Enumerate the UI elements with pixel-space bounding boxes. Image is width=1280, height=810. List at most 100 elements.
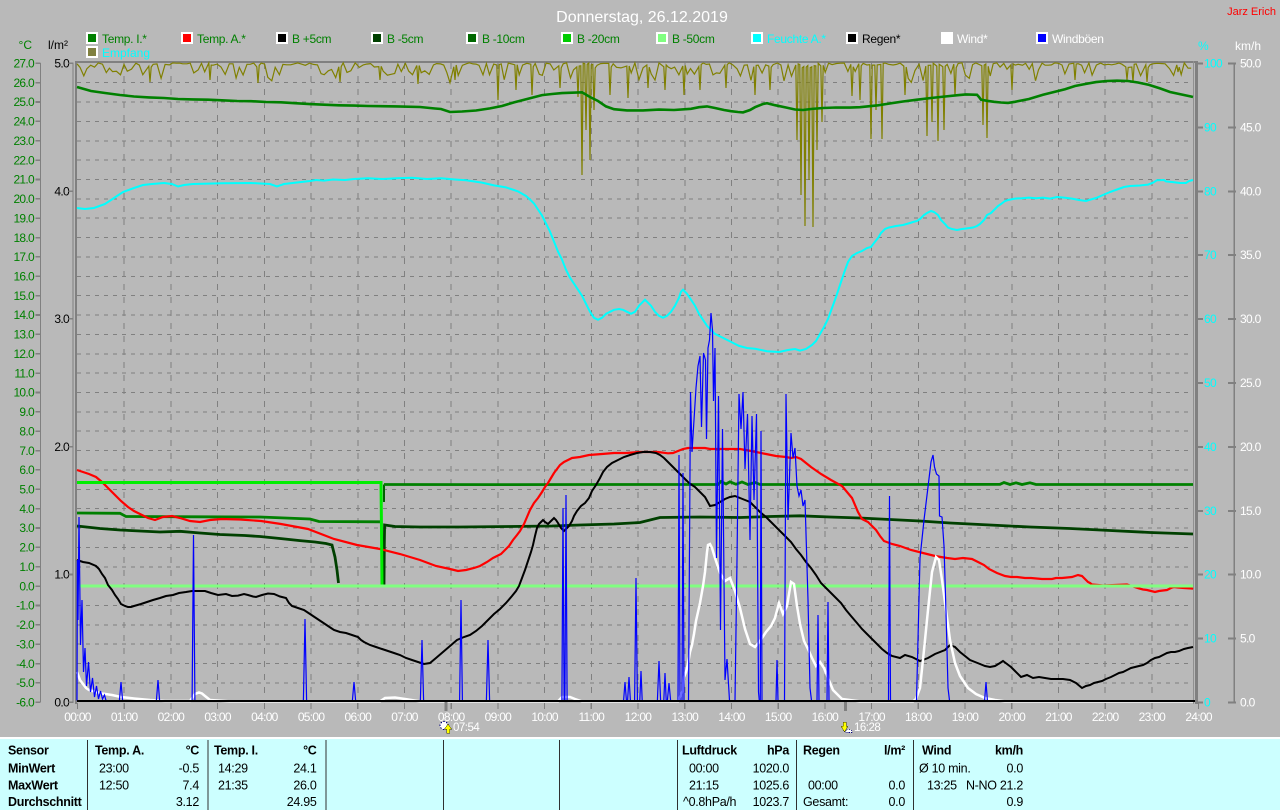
svg-text:13.0: 13.0 [13,328,35,342]
svg-text:Sensor: Sensor [8,744,49,758]
svg-text:12:50: 12:50 [99,779,129,793]
svg-text:40: 40 [1204,440,1217,454]
svg-text:40.0: 40.0 [1240,184,1262,198]
svg-text:Temp. A.*: Temp. A.* [197,32,246,46]
svg-text:25.0: 25.0 [1240,376,1262,390]
svg-text:23:00: 23:00 [1139,710,1167,724]
svg-text:13:25: 13:25 [927,779,957,793]
svg-text:MinWert: MinWert [8,762,56,776]
svg-text:0.0: 0.0 [889,779,906,793]
svg-text:0: 0 [1204,696,1211,710]
svg-text:16:00: 16:00 [812,710,840,724]
svg-text:Temp. I.*: Temp. I.* [102,32,147,46]
svg-text:23:00: 23:00 [99,762,129,776]
svg-text:0.0: 0.0 [54,696,70,710]
svg-text:l/m²: l/m² [884,744,905,758]
svg-text:B -5cm: B -5cm [387,32,424,46]
svg-text:03:00: 03:00 [204,710,232,724]
svg-text:07:00: 07:00 [391,710,419,724]
svg-text:0.0: 0.0 [889,795,906,809]
svg-text:Wind*: Wind* [957,32,988,46]
svg-text:24:00: 24:00 [1185,710,1213,724]
svg-text:3.12: 3.12 [176,795,199,809]
svg-text:1.0: 1.0 [19,560,35,574]
svg-text:4.0: 4.0 [54,184,70,198]
svg-text:13:00: 13:00 [672,710,700,724]
svg-text:N-NO 21.2: N-NO 21.2 [966,779,1023,793]
svg-text:21:15: 21:15 [689,779,719,793]
svg-text:12:00: 12:00 [625,710,653,724]
svg-text:10: 10 [1204,632,1217,646]
svg-text:Durchschnitt: Durchschnitt [8,795,83,809]
svg-text:100: 100 [1204,57,1223,71]
svg-text:km/h: km/h [1235,39,1261,53]
svg-text:24.0: 24.0 [13,115,35,129]
svg-text:0.0: 0.0 [19,579,35,593]
svg-text:3.0: 3.0 [54,312,70,326]
svg-text:24.1: 24.1 [293,762,316,776]
svg-text:18:00: 18:00 [905,710,933,724]
svg-text:21:00: 21:00 [1045,710,1073,724]
svg-text:90: 90 [1204,120,1217,134]
svg-text:B -20cm: B -20cm [577,32,620,46]
svg-text:10.0: 10.0 [1240,568,1262,582]
svg-text:26.0: 26.0 [293,779,316,793]
svg-text:Temp. A.: Temp. A. [95,744,144,758]
svg-text:Feuchte A.*: Feuchte A.* [767,32,826,46]
svg-text:14:00: 14:00 [718,710,746,724]
svg-text:1.0: 1.0 [54,568,70,582]
svg-text:17.0: 17.0 [13,250,35,264]
svg-text:1020.0: 1020.0 [753,762,790,776]
svg-text:02:00: 02:00 [158,710,186,724]
svg-text:Donnerstag, 26.12.2019: Donnerstag, 26.12.2019 [556,9,728,26]
svg-text:04:00: 04:00 [251,710,279,724]
svg-text:60: 60 [1204,312,1217,326]
svg-text:14:29: 14:29 [218,762,248,776]
svg-text:B +5cm: B +5cm [292,32,332,46]
svg-text:50.0: 50.0 [1240,57,1262,71]
svg-text:°C: °C [186,744,200,758]
svg-text:11.0: 11.0 [14,366,35,380]
svg-text:km/h: km/h [995,744,1023,758]
svg-text:°C: °C [303,744,317,758]
svg-text:00:00: 00:00 [808,779,838,793]
svg-text:05:00: 05:00 [298,710,326,724]
svg-text:19.0: 19.0 [13,211,35,225]
svg-text:12.0: 12.0 [13,347,35,361]
svg-text:Ø 10 min.: Ø 10 min. [919,762,971,776]
svg-text:Windböen: Windböen [1052,32,1104,46]
svg-text:5.0: 5.0 [19,483,35,497]
svg-text:hPa: hPa [767,744,790,758]
svg-text:B -10cm: B -10cm [482,32,525,46]
svg-text:5.0: 5.0 [54,57,70,71]
svg-text:6.0: 6.0 [19,463,35,477]
svg-text:9.0: 9.0 [19,405,35,419]
svg-text:-4.0: -4.0 [16,657,35,671]
svg-text:19:00: 19:00 [952,710,980,724]
svg-text:30.0: 30.0 [1240,312,1262,326]
svg-text:Regen*: Regen* [862,32,901,46]
svg-text:21.0: 21.0 [13,173,35,187]
svg-text:21:35: 21:35 [218,779,248,793]
svg-text:00:00: 00:00 [689,762,719,776]
svg-text:45.0: 45.0 [1240,120,1262,134]
svg-text:°C: °C [19,38,33,52]
svg-text:%: % [1198,39,1209,53]
svg-text:23.0: 23.0 [13,134,35,148]
svg-text:-0.5: -0.5 [179,762,200,776]
svg-text:25.0: 25.0 [13,95,35,109]
svg-text:07:54: 07:54 [453,722,480,734]
svg-text:4.0: 4.0 [19,502,35,516]
svg-text:7.0: 7.0 [19,444,35,458]
svg-text:1023.7: 1023.7 [753,795,790,809]
svg-text:80: 80 [1204,184,1217,198]
svg-text:B -50cm: B -50cm [672,32,715,46]
svg-text:20: 20 [1204,568,1217,582]
svg-text:10.0: 10.0 [13,386,35,400]
svg-text:10:00: 10:00 [531,710,559,724]
svg-text:22:00: 22:00 [1092,710,1120,724]
svg-text:18.0: 18.0 [13,231,35,245]
svg-text:0.0: 0.0 [1240,696,1256,710]
svg-text:27.0: 27.0 [13,57,35,71]
svg-text:15:00: 15:00 [765,710,793,724]
